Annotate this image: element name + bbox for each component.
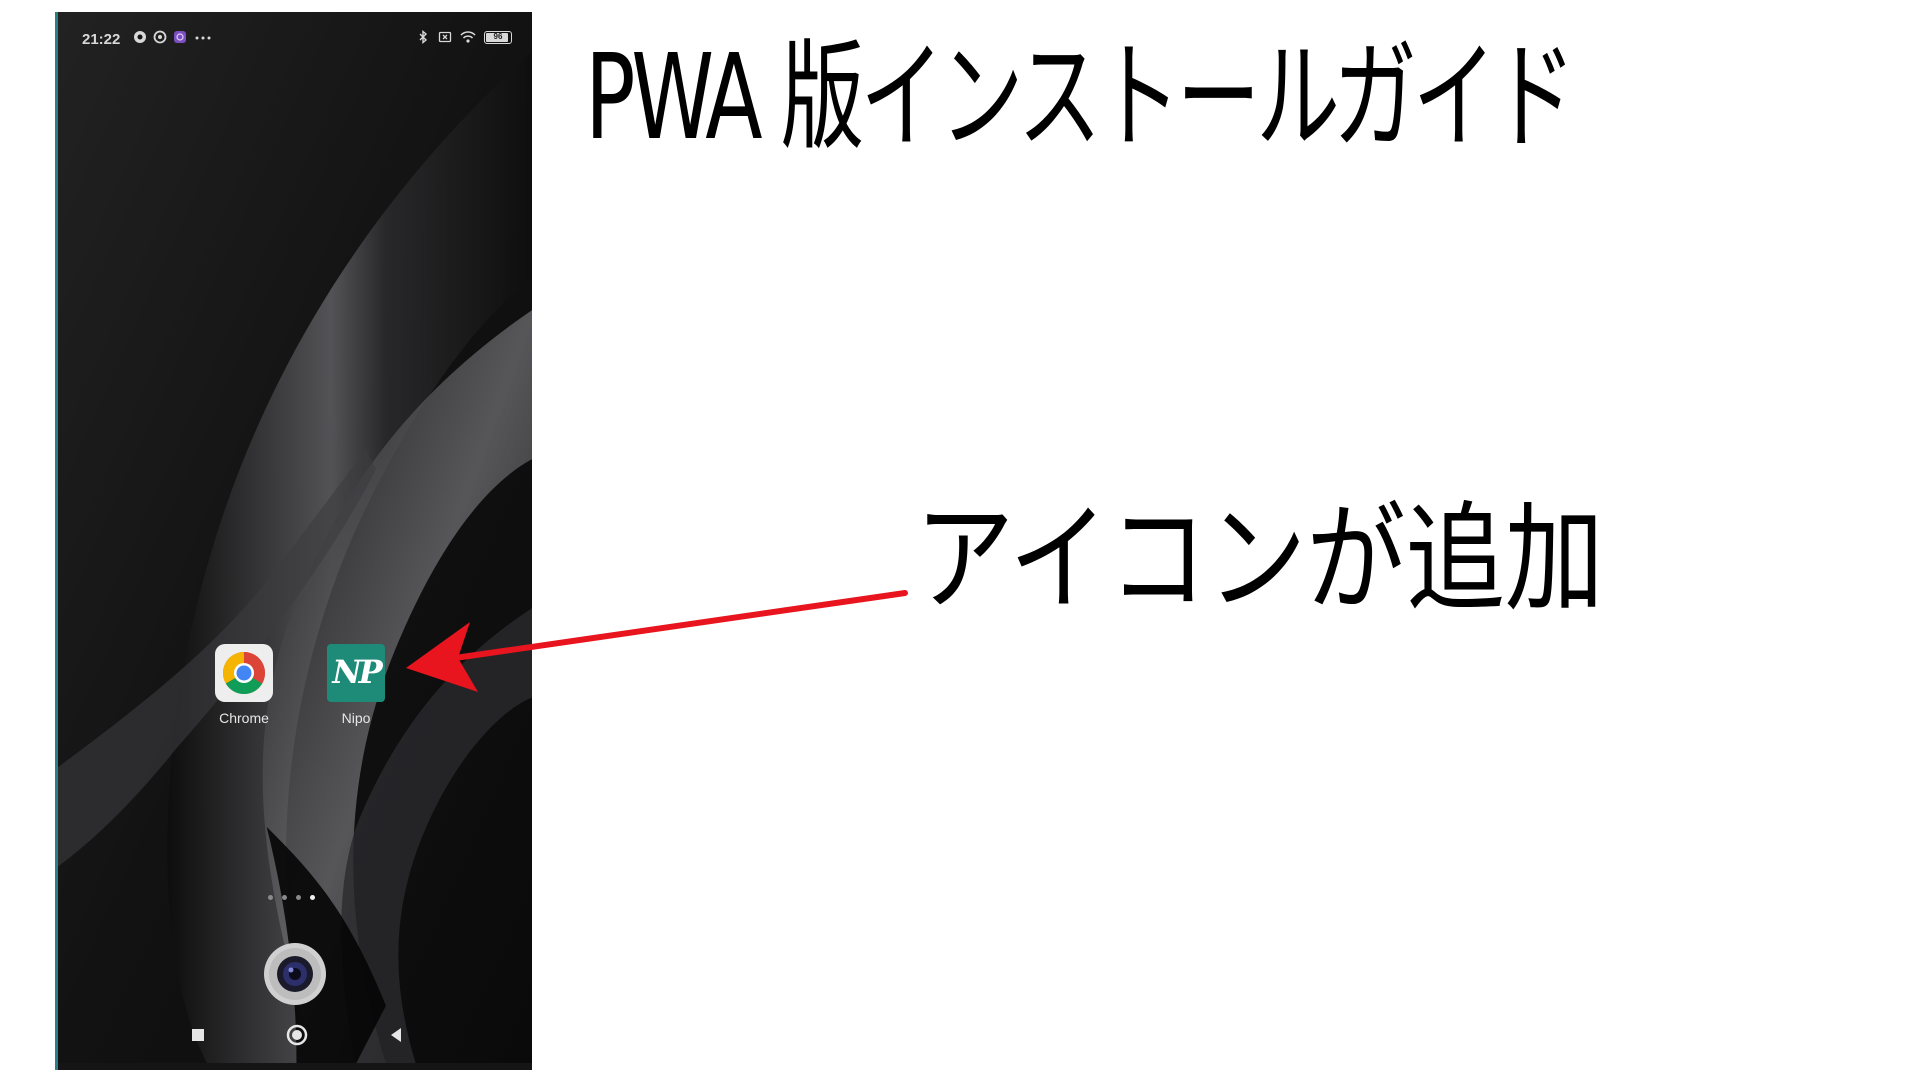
status-time: 21:22 xyxy=(82,31,121,48)
page-indicator xyxy=(268,895,315,900)
status-bar: 21:22 96 xyxy=(58,12,532,62)
home-app-nipo[interactable]: NP Nipo xyxy=(321,644,391,726)
wifi-icon xyxy=(460,31,476,43)
status-left-icons xyxy=(133,30,213,44)
nipo-monogram: NP xyxy=(332,653,382,691)
chrome-icon xyxy=(215,644,273,702)
app-status-icon xyxy=(174,31,186,43)
home-circle-icon[interactable] xyxy=(284,1022,310,1048)
battery-icon: 96 xyxy=(484,30,512,44)
guide-title: PWA 版インストールガイド xyxy=(585,28,1576,166)
more-dots-icon xyxy=(195,36,211,40)
guide-canvas: 21:22 96 Chrome NP Nipo PWA 版インストールガイド ア… xyxy=(0,0,1920,1080)
silk-wallpaper xyxy=(58,12,532,1064)
status-right-icons: 96 xyxy=(416,30,512,44)
home-app-label: Chrome xyxy=(219,710,269,726)
home-app-chrome[interactable]: Chrome xyxy=(209,644,279,726)
page-dot[interactable] xyxy=(268,895,273,900)
home-app-label: Nipo xyxy=(341,710,371,726)
phone-screenshot: 21:22 96 Chrome NP Nipo xyxy=(55,12,532,1070)
back-triangle-icon[interactable] xyxy=(383,1022,409,1048)
recents-square-icon[interactable] xyxy=(185,1022,211,1048)
bluetooth-icon xyxy=(419,30,428,44)
camera-icon[interactable] xyxy=(263,942,327,1006)
nipo-np-icon: NP xyxy=(327,644,385,702)
battery-level: 96 xyxy=(493,31,503,41)
page-dot-active[interactable] xyxy=(310,895,315,900)
sim-off-icon xyxy=(438,31,452,43)
page-dot[interactable] xyxy=(282,895,287,900)
chrome-status-icon xyxy=(134,31,146,43)
navigation-bar xyxy=(58,1000,532,1070)
annotation-text: アイコンが追加 xyxy=(915,490,1604,628)
vpn-status-icon xyxy=(153,30,167,44)
page-dot[interactable] xyxy=(296,895,301,900)
